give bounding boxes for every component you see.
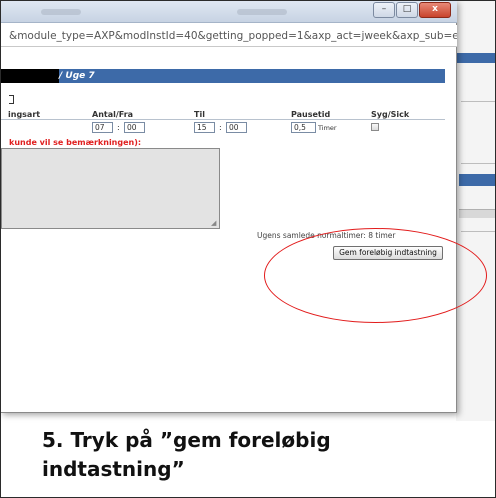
break-unit-label: Timer [318,124,337,132]
minimize-button[interactable]: – [373,2,395,18]
column-header-divider [1,119,445,120]
column-header-break: Pausetid [291,110,331,119]
popup-window: – □ x &module_type=AXP&modInstId=40&gett… [1,1,457,413]
background-divider [461,101,495,102]
instruction-caption: 5. Tryk på ”gem foreløbig indtastning” [42,426,462,484]
column-header-sick: Syg/Sick [371,110,410,119]
resize-grip-icon[interactable]: ◢ [211,220,218,227]
column-header-from: Antal/Fra [92,110,134,119]
highlight-ellipse [264,228,487,323]
caption-line-2: indtastning” [42,457,185,481]
collapse-bracket [9,95,14,104]
background-divider [461,163,495,164]
time-separator: : [117,123,120,132]
from-hour-field[interactable]: 07 [92,122,113,133]
to-minute-field[interactable]: 00 [226,122,247,133]
background-table-header [459,209,495,218]
close-button[interactable]: x [419,2,451,18]
comment-textarea[interactable]: ◢ [1,148,220,229]
column-header-to: Til [194,110,205,119]
maximize-button[interactable]: □ [396,2,418,18]
break-time-field[interactable]: 0,5 [291,122,316,133]
redacted-name-box [1,69,59,83]
time-separator: : [219,123,222,132]
title-text-blurred [237,9,287,15]
column-header-type: ingsart [8,110,41,119]
background-header-band [459,174,495,186]
comment-label: kunde vil se bemærkningen): [9,138,142,147]
screenshot-frame: – □ x &module_type=AXP&modInstId=40&gett… [0,0,496,498]
form-header-title: / Uge 7 [59,71,95,81]
sick-checkbox[interactable] [371,123,379,131]
window-titlebar: – □ x [1,1,457,23]
background-divider [461,231,495,232]
caption-line-1: 5. Tryk på ”gem foreløbig [42,428,331,452]
address-bar[interactable]: &module_type=AXP&modInstId=40&getting_po… [1,25,457,47]
background-header-band [456,53,495,63]
from-minute-field[interactable]: 00 [124,122,145,133]
title-text-blurred [41,9,81,15]
to-hour-field[interactable]: 15 [194,122,215,133]
